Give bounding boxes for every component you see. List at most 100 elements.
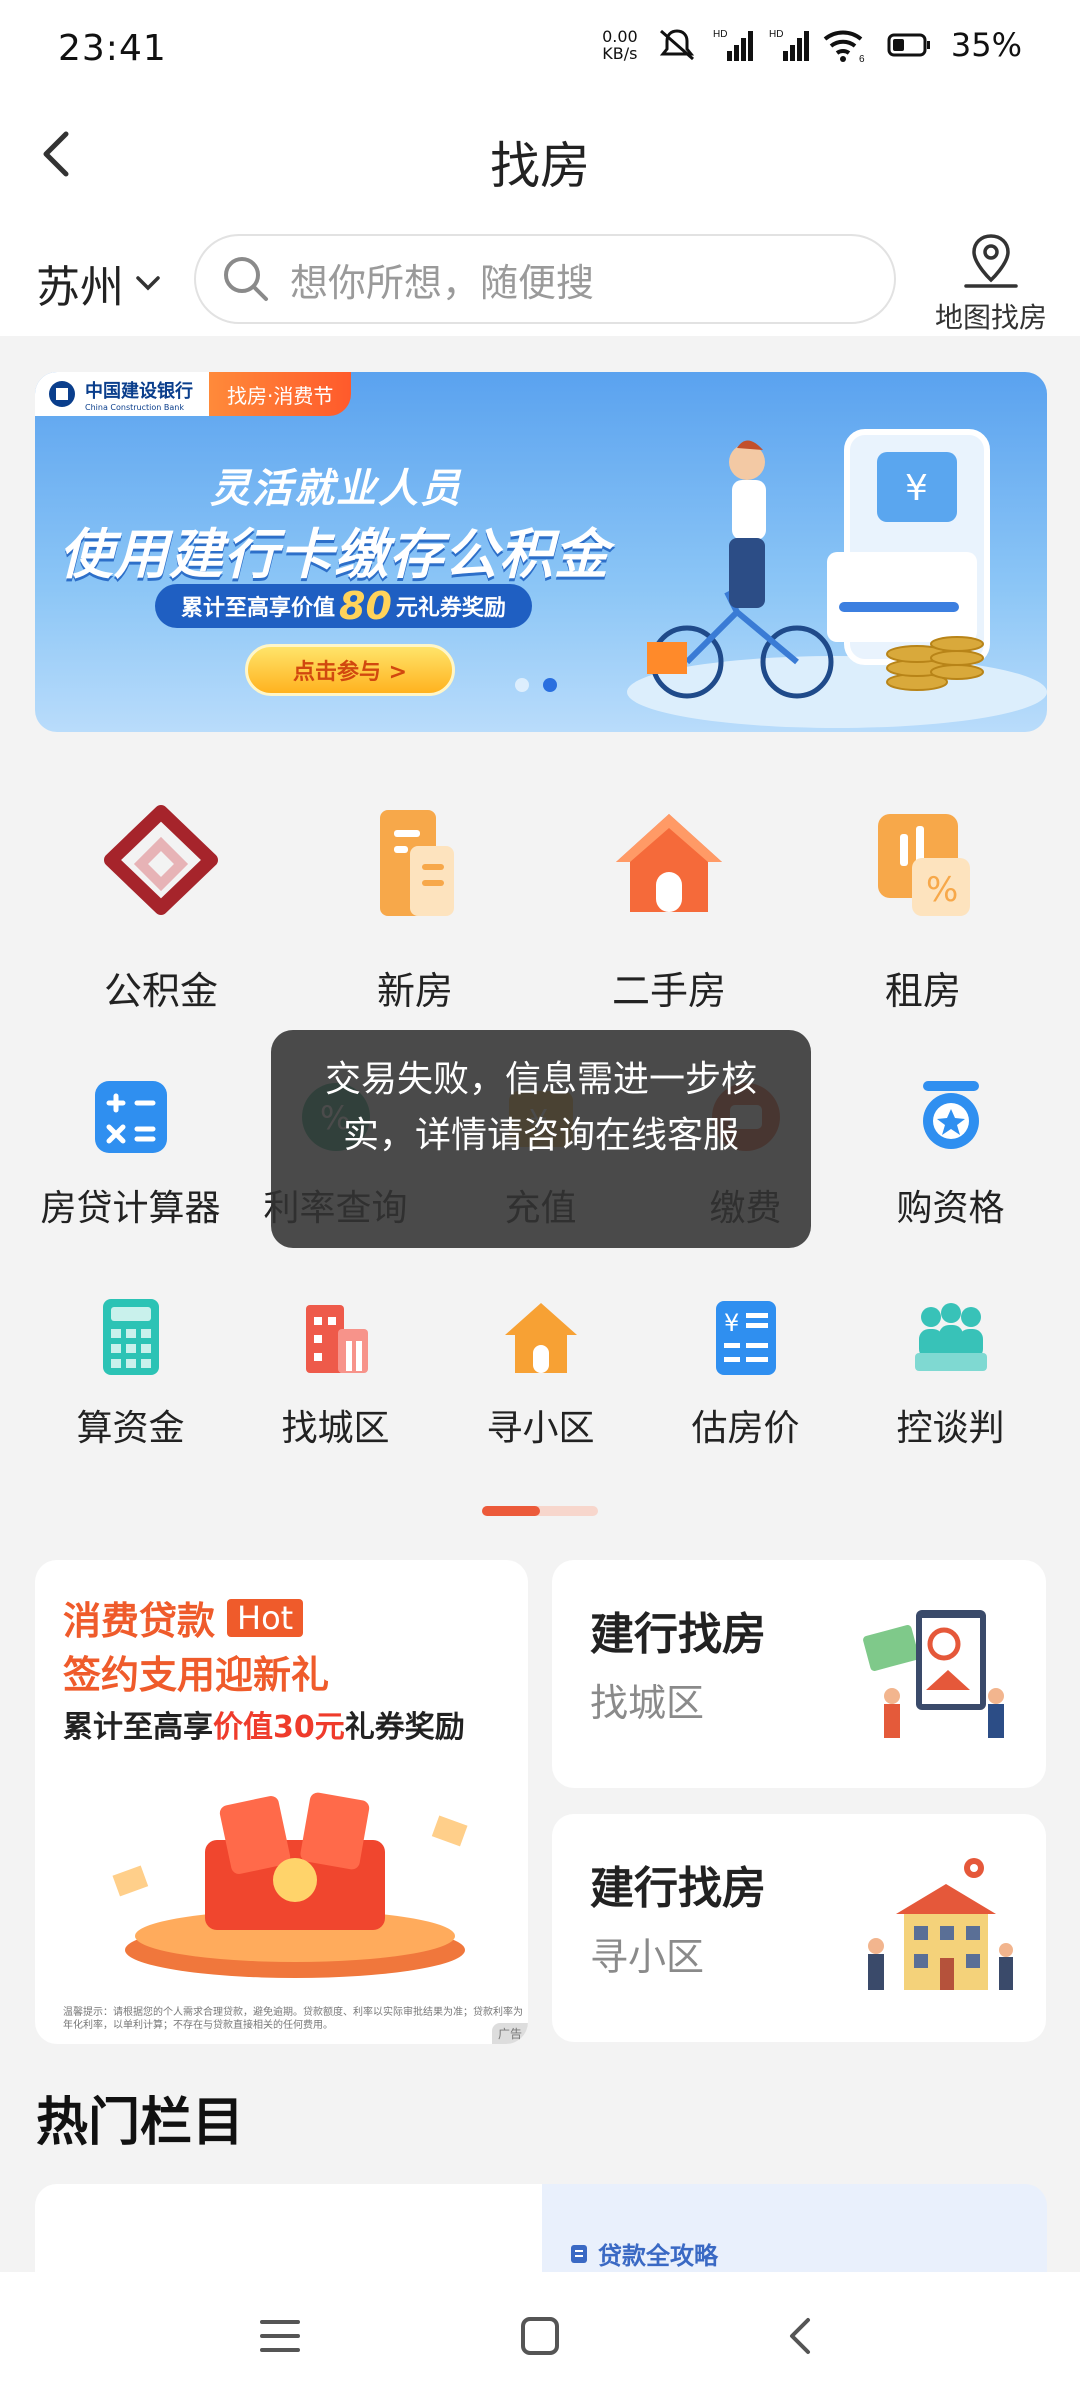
yen-glyph: ¥ [724, 1309, 739, 1337]
card-title: 建行找房 [590, 1863, 766, 1914]
status-icons: 0.00 KB/s HD HD 6 35% [597, 26, 1022, 64]
card-subtitle: 找城区 [590, 1681, 705, 1725]
service-estimate-price[interactable]: ¥ 估房价 [643, 1295, 848, 1465]
service-mortgage-calculator[interactable]: 房贷计算器 [28, 1075, 233, 1245]
loan-guide-label: 贷款全攻略 [568, 2236, 718, 2271]
ccb-find-community-card[interactable]: 建行找房 寻小区 [552, 1814, 1046, 2042]
home-square-icon [521, 2317, 559, 2355]
service-label: 找城区 [281, 1408, 390, 1449]
system-nav-bar [0, 2272, 1080, 2400]
community-illustration [868, 1858, 1013, 1990]
signal-2-icon: HD [769, 29, 809, 61]
service-label: 租房 [884, 969, 961, 1013]
network-speed: 0.00 KB/s [602, 27, 638, 63]
yen-symbol: ¥ [905, 468, 928, 509]
service-funds-calc[interactable]: 算资金 [28, 1295, 233, 1465]
calculator-icon [94, 1081, 167, 1153]
signal-1-label: HD [713, 29, 727, 40]
service-label: 购资格 [896, 1188, 1005, 1229]
festival-tag: 找房·消费节 [209, 372, 352, 416]
page-title: 找房 [490, 137, 590, 195]
percent-glyph: % [926, 870, 958, 910]
service-purchase-qualification[interactable]: 购资格 [848, 1075, 1053, 1245]
grid-pager-active [482, 1506, 540, 1516]
rent-icon: % [878, 814, 970, 916]
card-subtitle: 寻小区 [590, 1935, 705, 1979]
consumer-loan-card[interactable]: 消费贷款 Hot 签约支用迎新礼 累计至高享价值30元礼券奖励 温馨提示：请根据… [35, 1560, 528, 2044]
service-label: 控谈判 [896, 1408, 1005, 1449]
second-hand-house-icon [616, 814, 722, 912]
price-estimate-icon: ¥ [715, 1301, 776, 1375]
nav-menu-button[interactable] [250, 2306, 310, 2366]
menu-icon [260, 2320, 300, 2352]
signal-1-icon: HD [713, 29, 753, 61]
search-input[interactable]: 想你所想，随便搜 [194, 234, 896, 324]
map-find-label: 地图找房 [934, 301, 1047, 334]
hot-section-title: 热门栏目 [36, 2093, 245, 2153]
banner-dot-active [543, 678, 557, 692]
primary-service-grid: 公积金 新房 二手房 % 租房 [0, 790, 1080, 1030]
status-time: 23:41 [58, 28, 167, 69]
chevron-down-icon [136, 276, 160, 291]
card-title: 建行找房 [590, 1609, 766, 1660]
city-selector[interactable]: 苏州 [36, 251, 162, 315]
loan-title: 消费贷款 Hot [63, 1590, 304, 1645]
nav-back-button[interactable] [770, 2306, 830, 2366]
search-icon [224, 257, 268, 301]
battery-icon [887, 33, 930, 57]
ccb-logo-icon [49, 381, 75, 407]
signal-2-label: HD [769, 29, 783, 40]
search-placeholder: 想你所想，随便搜 [290, 260, 595, 305]
banner-pagination [515, 678, 557, 692]
new-house-icon [380, 810, 454, 916]
wifi-label: 6 [859, 54, 865, 63]
mute-bell-icon [659, 29, 694, 61]
service-fund[interactable]: 公积金 [34, 790, 288, 1030]
qualification-icon [922, 1081, 979, 1149]
service-grid-row3: 算资金 找城区 寻小区 ¥ 估房价 控谈判 [0, 1295, 1080, 1465]
loan-subtitle: 签约支用迎新礼 [63, 1653, 330, 1697]
service-label: 寻小区 [486, 1408, 595, 1449]
back-chevron-icon [790, 2318, 810, 2354]
red-envelope-illustration [112, 1792, 468, 1978]
service-second-hand[interactable]: 二手房 [542, 790, 796, 1030]
header: 找房 苏州 想你所想，随便搜 地图找房 [0, 96, 1080, 336]
service-label: 二手房 [611, 969, 726, 1013]
district-illustration [863, 1610, 1004, 1738]
battery-percent: 35% [950, 26, 1022, 64]
banner-cta-button[interactable]: 点击参与 > [245, 644, 455, 696]
service-find-district[interactable]: 找城区 [233, 1295, 438, 1465]
reward-amount: 80 [339, 584, 392, 628]
service-new-house[interactable]: 新房 [288, 790, 542, 1030]
service-label: 估房价 [691, 1408, 800, 1449]
hot-badge: Hot [227, 1598, 304, 1637]
service-negotiation[interactable]: 控谈判 [848, 1295, 1053, 1465]
loan-reward-text: 累计至高享价值30元礼券奖励 [63, 1710, 465, 1745]
bank-tag: 中国建设银行 China Construction Bank 找房·消费节 [35, 372, 352, 416]
ccb-find-district-card[interactable]: 建行找房 找城区 [552, 1560, 1046, 1788]
banner-illustration: ¥ [627, 429, 1047, 728]
loan-fine-print: 温馨提示：请根据您的个人需求合理贷款，避免逾期。贷款额度、利率以实际审批结果为准… [63, 2007, 523, 2031]
service-rent[interactable]: % 租房 [796, 790, 1050, 1030]
service-label: 公积金 [103, 969, 218, 1013]
promo-banner[interactable]: 中国建设银行 China Construction Bank 找房·消费节 灵活… [35, 372, 1047, 732]
service-find-community[interactable]: 寻小区 [438, 1295, 643, 1465]
service-label: 房贷计算器 [40, 1188, 221, 1229]
banner-line1: 灵活就业人员 [210, 466, 462, 512]
banner-line2: 使用建行卡缴存公积金 [59, 523, 609, 586]
bank-name: 中国建设银行 [85, 380, 193, 402]
wifi-icon: 6 [823, 30, 865, 63]
map-find-button[interactable]: 地图找房 [924, 232, 1058, 336]
banner-dot [515, 678, 529, 692]
banner-reward-pill: 累计至高享价值 80 元礼券奖励 [155, 584, 532, 628]
error-toast: 交易失败，信息需进一步核实，详情请咨询在线客服 [271, 1030, 811, 1248]
service-label: 算资金 [76, 1408, 185, 1449]
nav-home-button[interactable] [510, 2306, 570, 2366]
document-icon [571, 2244, 587, 2263]
bank-name-en: China Construction Bank [85, 402, 184, 412]
bank-logo: 中国建设银行 China Construction Bank [35, 372, 209, 416]
district-icon [305, 1305, 368, 1373]
fund-icon [104, 805, 218, 915]
grid-pager [482, 1506, 598, 1516]
status-bar: 23:41 0.00 KB/s HD HD 6 35% [0, 0, 1080, 96]
